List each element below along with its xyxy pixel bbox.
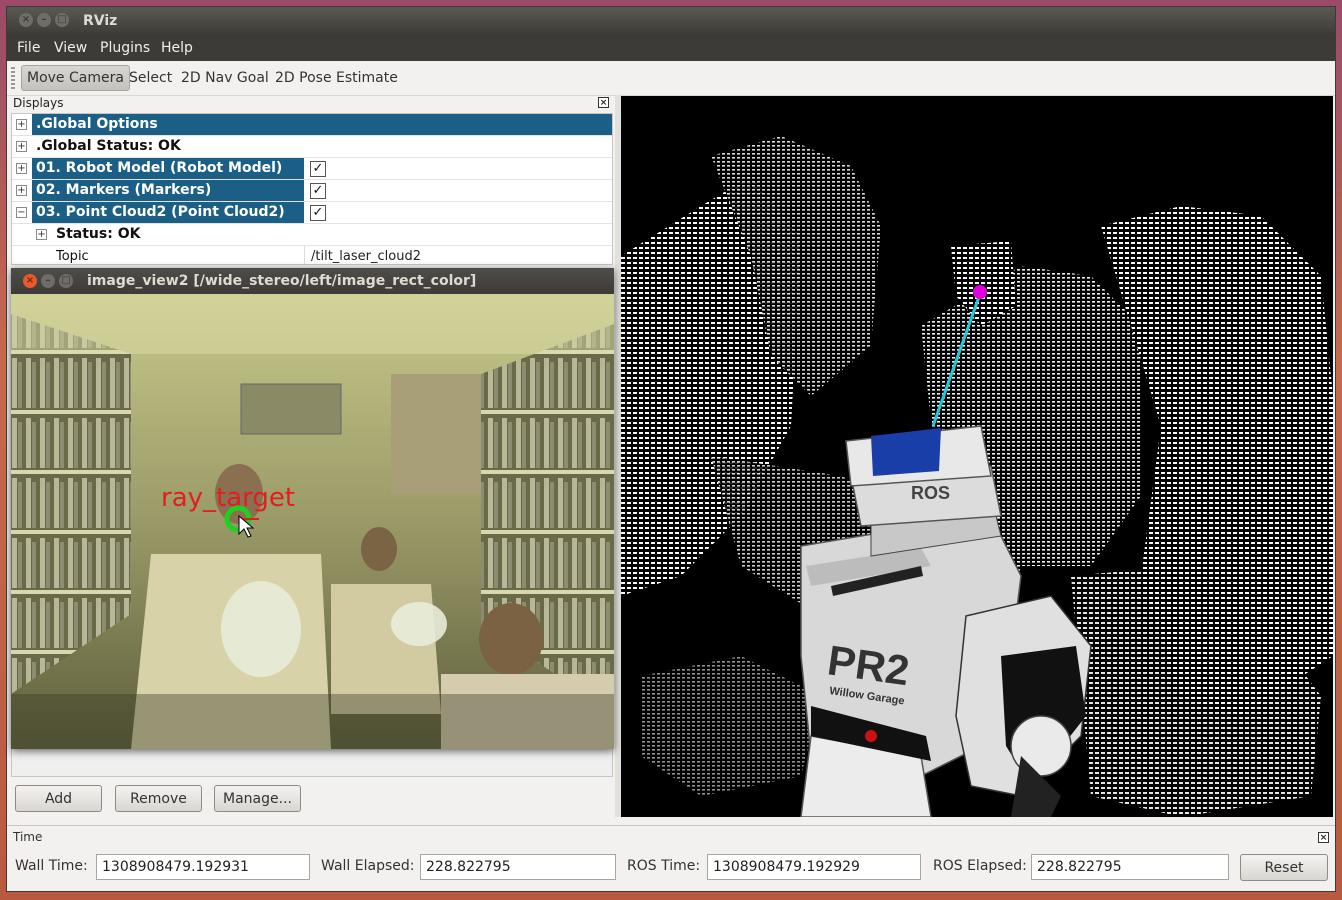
display-label: 02. Markers (Markers) bbox=[32, 180, 304, 201]
title-bar: × – □ RViz bbox=[7, 7, 1335, 35]
remove-button[interactable]: Remove bbox=[115, 785, 202, 812]
menu-file[interactable]: File bbox=[17, 40, 40, 56]
property-label: Topic bbox=[56, 249, 89, 264]
display-row-status[interactable]: + Status: OK bbox=[12, 224, 612, 246]
window-title: RViz bbox=[83, 13, 118, 29]
add-button[interactable]: Add bbox=[15, 785, 102, 812]
camera-frame: ray_target bbox=[11, 294, 614, 749]
point-cloud-scene: ROS PR2 Willow Garage bbox=[621, 136, 1333, 817]
display-row-topic[interactable]: Topic /tilt_laser_cloud2 bbox=[12, 246, 612, 264]
ros-time-field[interactable]: 1308908479.192929 bbox=[707, 854, 921, 880]
display-row-global-options[interactable]: + .Global Options bbox=[12, 114, 612, 136]
expand-icon[interactable]: + bbox=[36, 229, 47, 240]
ros-elapsed-label: ROS Elapsed: bbox=[933, 858, 1027, 874]
image-view-title: image_view2 [/wide_stereo/left/image_rec… bbox=[87, 273, 477, 289]
ros-time-label: ROS Time: bbox=[627, 858, 701, 874]
reset-button[interactable]: Reset bbox=[1240, 854, 1328, 881]
displays-tree: + .Global Options + .Global Status: OK +… bbox=[11, 113, 613, 265]
time-panel-title: Time bbox=[13, 830, 43, 844]
display-row-markers[interactable]: + 02. Markers (Markers) ✓ bbox=[12, 180, 612, 202]
display-label: .Global Options bbox=[32, 114, 612, 135]
enable-checkbox[interactable]: ✓ bbox=[310, 183, 326, 199]
ray-target-marker bbox=[973, 285, 987, 299]
ros-head-label: ROS bbox=[911, 483, 950, 503]
wall-time-field[interactable]: 1308908479.192931 bbox=[96, 854, 310, 880]
display-row-global-status[interactable]: + .Global Status: OK bbox=[12, 136, 612, 158]
display-label: 03. Point Cloud2 (Point Cloud2) bbox=[32, 202, 304, 223]
wall-elapsed-field[interactable]: 228.822795 bbox=[420, 854, 616, 880]
maximize-icon[interactable]: □ bbox=[59, 274, 73, 288]
menu-bar: File View Plugins Help bbox=[7, 35, 1335, 61]
menu-plugins[interactable]: Plugins bbox=[100, 40, 150, 56]
displays-title: Displays bbox=[13, 96, 64, 110]
select-tool[interactable]: Select bbox=[129, 70, 172, 86]
display-label: 01. Robot Model (Robot Model) bbox=[32, 158, 304, 179]
time-panel: Time × Wall Time: 1308908479.192931 Wall… bbox=[7, 825, 1335, 891]
expand-icon[interactable]: + bbox=[16, 185, 27, 196]
toolbar-grip[interactable] bbox=[11, 67, 15, 91]
menu-view[interactable]: View bbox=[54, 40, 87, 56]
minimize-icon[interactable]: – bbox=[37, 13, 51, 27]
displays-empty-area bbox=[11, 747, 613, 777]
image-view-window[interactable]: × – □ image_view2 [/wide_stereo/left/ima… bbox=[11, 268, 614, 749]
close-icon[interactable]: × bbox=[19, 13, 33, 27]
expand-icon[interactable]: + bbox=[16, 119, 27, 130]
minimize-icon[interactable]: – bbox=[41, 274, 55, 288]
menu-help[interactable]: Help bbox=[161, 40, 193, 56]
2d-pose-estimate-tool[interactable]: 2D Pose Estimate bbox=[275, 70, 398, 86]
display-row-point-cloud2[interactable]: − 03. Point Cloud2 (Point Cloud2) ✓ bbox=[12, 202, 612, 224]
close-icon[interactable]: × bbox=[23, 274, 37, 288]
topic-value[interactable]: /tilt_laser_cloud2 bbox=[304, 246, 421, 264]
maximize-icon[interactable]: □ bbox=[55, 13, 69, 27]
collapse-icon[interactable]: − bbox=[16, 207, 27, 218]
image-view-title-bar[interactable]: × – □ image_view2 [/wide_stereo/left/ima… bbox=[11, 268, 614, 294]
displays-close-icon[interactable]: × bbox=[598, 97, 609, 108]
camera-image[interactable]: ray_target bbox=[11, 294, 614, 749]
manage-button[interactable]: Manage... bbox=[214, 785, 301, 812]
rviz-window: × – □ RViz File View Plugins Help Move C… bbox=[6, 6, 1336, 892]
time-close-icon[interactable]: × bbox=[1318, 832, 1329, 843]
2d-nav-goal-tool[interactable]: 2D Nav Goal bbox=[181, 70, 269, 86]
wall-elapsed-label: Wall Elapsed: bbox=[321, 858, 415, 874]
displays-panel-header: Displays × bbox=[11, 95, 613, 113]
point-cloud-region bbox=[641, 656, 821, 796]
ros-elapsed-field[interactable]: 228.822795 bbox=[1031, 854, 1229, 880]
display-row-robot-model[interactable]: + 01. Robot Model (Robot Model) ✓ bbox=[12, 158, 612, 180]
display-label: .Global Status: OK bbox=[36, 138, 181, 154]
toolbar: Move Camera Select 2D Nav Goal 2D Pose E… bbox=[7, 63, 1335, 96]
expand-icon[interactable]: + bbox=[16, 141, 27, 152]
ray-target-label: ray_target bbox=[161, 483, 295, 513]
enable-checkbox[interactable]: ✓ bbox=[310, 161, 326, 177]
3d-viewport[interactable]: ROS PR2 Willow Garage bbox=[621, 96, 1333, 817]
enable-checkbox[interactable]: ✓ bbox=[310, 205, 326, 221]
display-label: Status: OK bbox=[56, 226, 141, 242]
expand-icon[interactable]: + bbox=[16, 163, 27, 174]
move-camera-tool[interactable]: Move Camera bbox=[21, 65, 130, 91]
wall-time-label: Wall Time: bbox=[15, 858, 88, 874]
